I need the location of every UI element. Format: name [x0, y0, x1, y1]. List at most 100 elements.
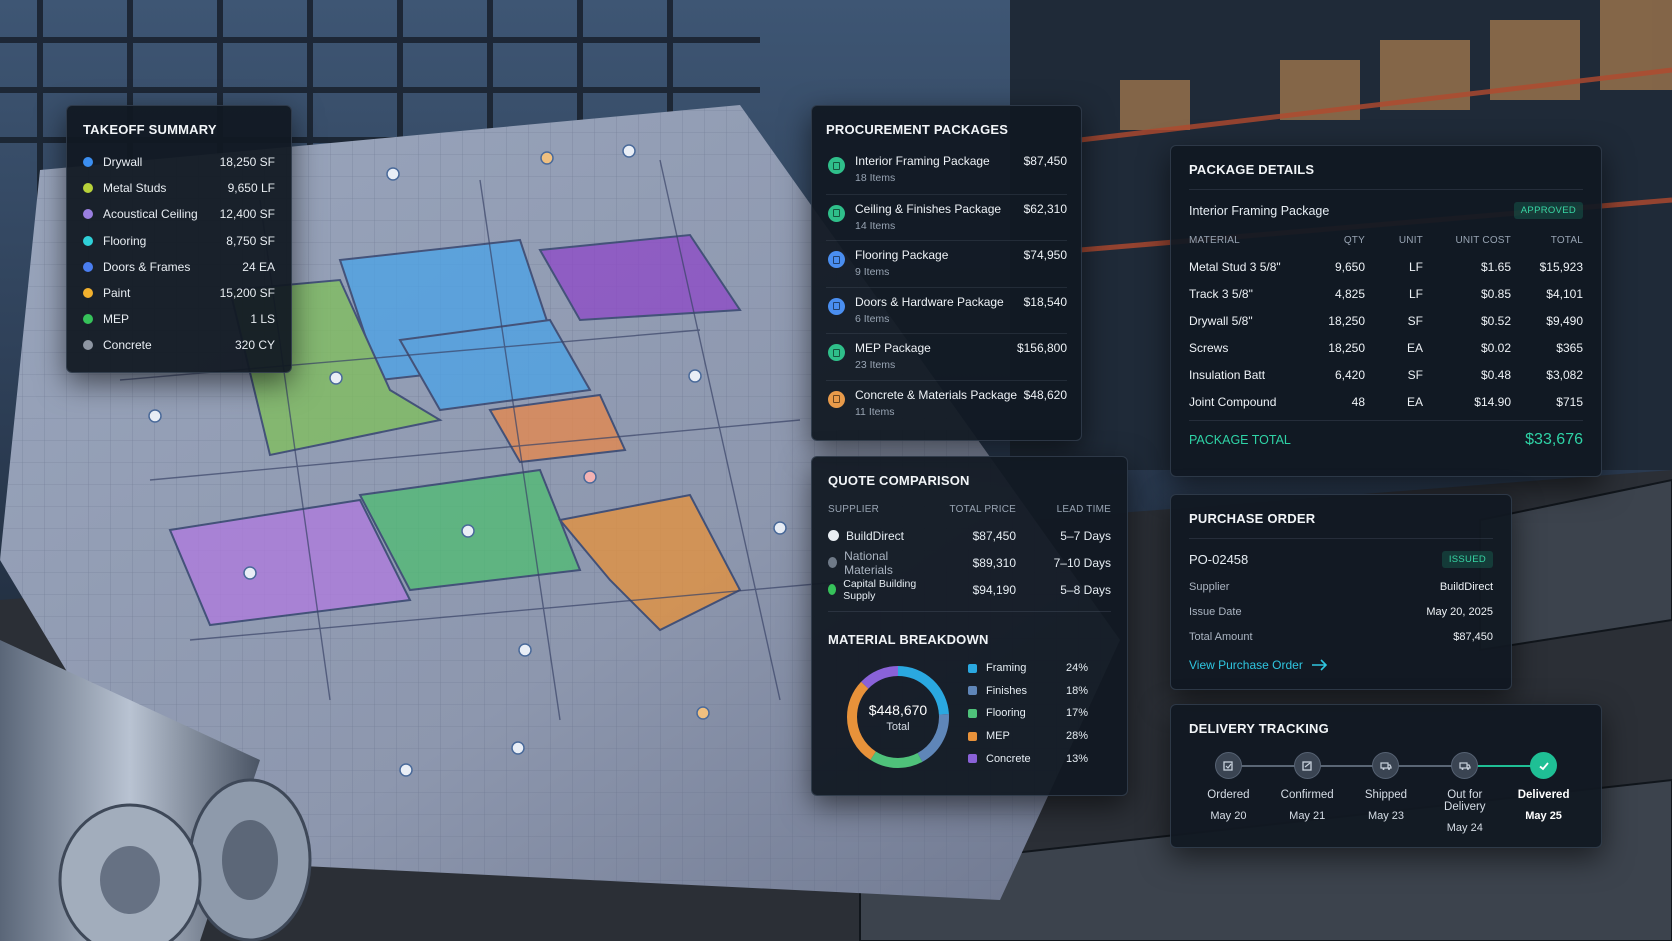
- takeoff-item-value: 12,400 SF: [219, 207, 275, 222]
- takeoff-item-value: 18,250 SF: [219, 155, 275, 170]
- view-purchase-order-link[interactable]: View Purchase Order: [1189, 658, 1493, 672]
- quote-supplier-name: Capital Building Supply: [843, 577, 917, 602]
- details-cell-total: $715: [1556, 394, 1583, 409]
- details-cell-total: $15,923: [1539, 259, 1583, 274]
- package-info: Ceiling & Finishes Package 14 Items: [855, 202, 1024, 232]
- details-cell-unit: LF: [1408, 259, 1423, 274]
- col-total: TOTAL: [1550, 234, 1583, 246]
- takeoff-item-label: Drywall: [103, 155, 143, 170]
- details-cell-total: $9,490: [1546, 313, 1583, 328]
- truck-icon: [1459, 761, 1471, 770]
- legend-name: Framing: [986, 662, 1027, 675]
- quote-title: QUOTE COMPARISON: [828, 473, 970, 488]
- quote-comparison-panel: QUOTE COMPARISON SUPPLIER TOTAL PRICE LE…: [811, 456, 1128, 796]
- package-icon: [828, 251, 845, 268]
- package-item[interactable]: Concrete & Materials Package 11 Items $48,…: [826, 379, 1067, 427]
- delivery-tracking-panel: DELIVERY TRACKING Ordered May 20 Confirmed…: [1170, 704, 1602, 848]
- step-label: Shipped: [1364, 789, 1408, 801]
- breakdown-title: MATERIAL BREAKDOWN: [828, 632, 989, 647]
- package-list: Interior Framing Package 18 Items $87,450 C…: [826, 147, 1067, 426]
- step-label: Confirmed: [1280, 789, 1334, 801]
- details-cell-material: Screws: [1189, 340, 1229, 355]
- details-table-row: Joint Compound 48 EA $14.90 $715: [1189, 388, 1583, 415]
- step-circle: [1293, 752, 1321, 779]
- takeoff-item-value: 9,650 LF: [227, 181, 275, 196]
- details-cell-total: $4,101: [1546, 286, 1583, 301]
- details-table-body: Metal Stud 3 5/8" 9,650 LF $1.65 $15,923 Trac…: [1189, 253, 1583, 415]
- legend-item: Concrete 13%: [968, 747, 1088, 770]
- package-item[interactable]: MEP Package 23 Items $156,800: [826, 333, 1067, 380]
- legend-swatch: [968, 686, 977, 696]
- step-date: May 21: [1289, 810, 1326, 822]
- legend-percent: 24%: [1065, 662, 1088, 675]
- legend-item: Framing 24%: [968, 657, 1088, 680]
- package-amount: $156,800: [1016, 341, 1067, 355]
- package-details-panel: PACKAGE DETAILS Interior Framing Package…: [1170, 145, 1602, 477]
- package-name: Flooring Package: [855, 248, 949, 262]
- package-icon: [828, 157, 845, 174]
- legend-name: Finishes: [986, 684, 1027, 697]
- legend-dot: [83, 314, 93, 325]
- package-item[interactable]: Flooring Package 9 Items $74,950: [826, 240, 1067, 287]
- details-header-row: Interior Framing Package APPROVED: [1189, 202, 1583, 219]
- step-date: May 23: [1367, 810, 1405, 822]
- quote-row[interactable]: BuildDirect $87,450 5–7 Days: [828, 522, 1111, 549]
- details-cell-unit-cost: $0.02: [1480, 340, 1511, 355]
- legend-dot: [83, 183, 93, 194]
- package-amount: $74,950: [1023, 248, 1067, 262]
- legend-percent: 28%: [1065, 730, 1088, 743]
- package-item-count: 23 Items: [855, 359, 896, 371]
- step-circle: [1451, 752, 1479, 779]
- po-issue-date-row: Issue Date May 20, 2025: [1189, 599, 1493, 624]
- delivery-steps: Ordered May 20 Confirmed May 21 Shipped May 2…: [1189, 752, 1583, 834]
- step-date: May 24: [1446, 822, 1483, 834]
- step-circle: [1214, 752, 1242, 779]
- quote-row[interactable]: Capital Building Supply $94,190 5–8 Days: [828, 576, 1111, 603]
- quote-row[interactable]: National Materials $89,310 7–10 Days: [828, 548, 1111, 577]
- truck-icon: [1380, 761, 1392, 770]
- package-total-value: $33,676: [1525, 431, 1583, 448]
- quote-price: $94,190: [972, 582, 1016, 597]
- po-number-row: PO-02458 ISSUED: [1189, 551, 1493, 568]
- procurement-packages-panel: PROCUREMENT PACKAGES Interior Framing Pa…: [811, 105, 1082, 441]
- purchase-order-panel: PURCHASE ORDER PO-02458 ISSUED Supplier …: [1170, 494, 1512, 690]
- step-label: Out for Delivery: [1444, 789, 1486, 813]
- delivery-step-confirmed: Confirmed May 21: [1268, 752, 1347, 834]
- legend-percent: 13%: [1065, 752, 1088, 765]
- package-name: Interior Framing Package: [855, 154, 990, 168]
- package-name: Ceiling & Finishes Package: [855, 201, 1002, 216]
- quote-lead-time: 5–7 Days: [1060, 528, 1111, 543]
- details-cell-qty: 18,250: [1328, 313, 1365, 328]
- details-title: PACKAGE DETAILS: [1189, 162, 1315, 177]
- details-package-name: Interior Framing Package: [1189, 203, 1330, 218]
- legend-dot: [83, 235, 93, 246]
- package-item[interactable]: Ceiling & Finishes Package 14 Items $62,31…: [826, 193, 1067, 241]
- po-amount-row: Total Amount $87,450: [1189, 624, 1493, 649]
- donut-center: $448,670 Total: [842, 661, 954, 773]
- quote-price: $89,310: [972, 555, 1016, 570]
- step-circle: [1530, 752, 1558, 779]
- quote-supplier-name: National Materials: [844, 548, 893, 577]
- takeoff-item: Acoustical Ceiling 12,400 SF: [83, 201, 275, 227]
- quote-header-lead: LEAD TIME: [1056, 504, 1111, 515]
- package-amount: $48,620: [1023, 387, 1067, 402]
- quote-header: SUPPLIER TOTAL PRICE LEAD TIME: [828, 504, 1111, 515]
- details-cell-material: Drywall 5/8": [1189, 313, 1253, 328]
- details-cell-material: Track 3 5/8": [1189, 286, 1253, 301]
- view-purchase-order-label[interactable]: View Purchase Order: [1189, 658, 1303, 672]
- supplier-icon: [828, 584, 837, 595]
- package-icon: [828, 390, 845, 408]
- package-item[interactable]: Interior Framing Package 18 Items $87,450: [826, 147, 1067, 194]
- supplier-icon: [828, 530, 839, 541]
- takeoff-item: Flooring 8,750 SF: [83, 228, 275, 254]
- details-cell-unit-cost: $0.48: [1480, 367, 1511, 382]
- package-item[interactable]: Doors & Hardware Package 6 Items $18,540: [826, 286, 1067, 334]
- legend-swatch: [968, 663, 977, 673]
- details-table-header: MATERIAL QTY UNIT UNIT COST TOTAL: [1189, 229, 1583, 251]
- package-info: Concrete & Materials Package 11 Items: [855, 388, 1024, 418]
- takeoff-item: Doors & Frames 24 EA: [83, 254, 275, 280]
- package-item-count: 6 Items: [855, 312, 890, 325]
- package-amount: $62,310: [1023, 201, 1067, 216]
- details-table-row: Drywall 5/8" 18,250 SF $0.52 $9,490: [1189, 307, 1583, 334]
- legend-item: Flooring 17%: [968, 702, 1088, 725]
